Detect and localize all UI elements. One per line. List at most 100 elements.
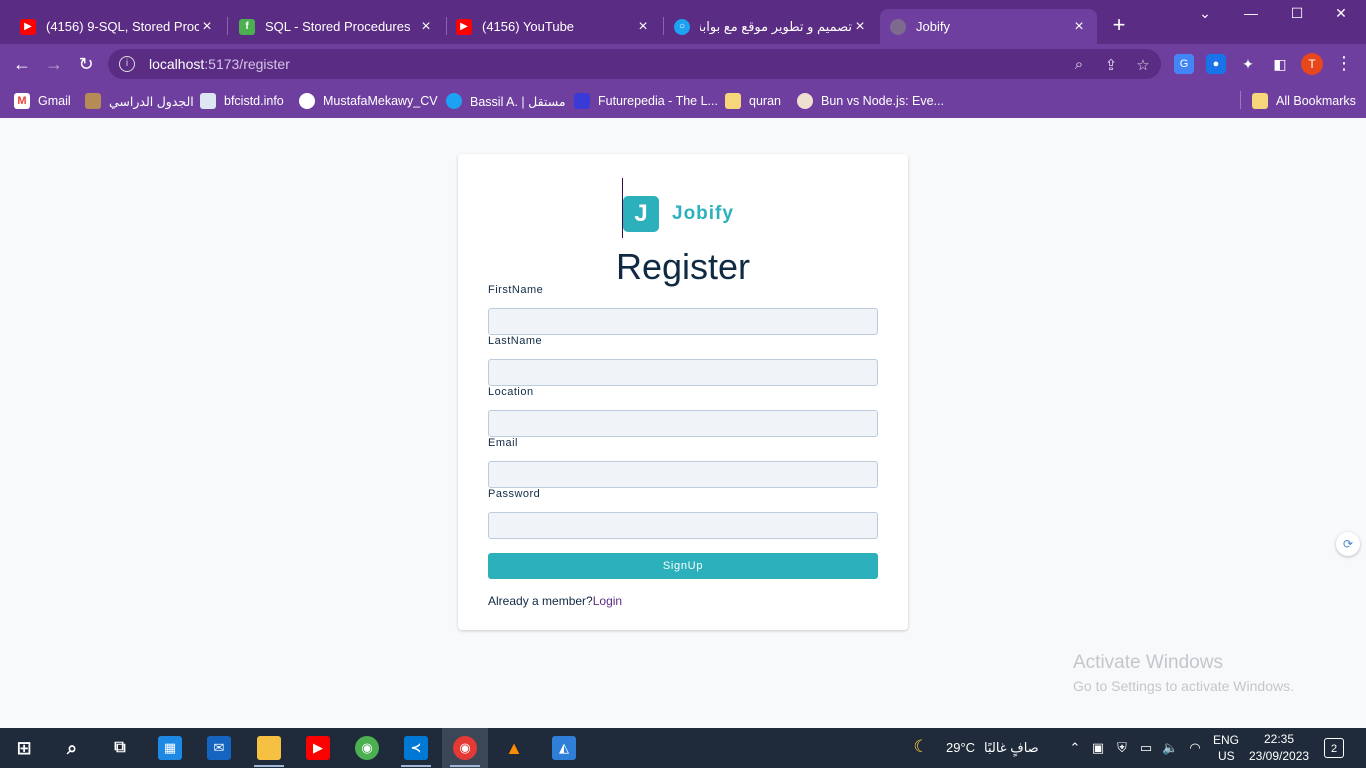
chrome-profile-icon[interactable]: ◉ — [453, 736, 477, 760]
location-label: Location — [488, 386, 534, 398]
schedule-icon — [85, 93, 101, 109]
all-bookmarks[interactable]: All Bookmarks — [1252, 92, 1356, 110]
close-icon[interactable]: × — [418, 18, 434, 36]
close-window-button[interactable]: ✕ — [1326, 5, 1356, 22]
bookmark-label: Bun vs Node.js: Eve... — [821, 94, 944, 108]
task-view-icon[interactable]: ⧉ — [108, 736, 132, 760]
youtube-icon: ▶ — [20, 18, 36, 35]
maximize-button[interactable]: ☐ — [1282, 5, 1312, 22]
bookmark-schedule[interactable]: الجدول الدراسي — [85, 92, 194, 110]
tab-title: (4156) YouTube — [482, 19, 575, 34]
weather-icon[interactable]: ☾ — [913, 737, 929, 757]
watermark-subtitle: Go to Settings to activate Windows. — [1073, 678, 1294, 694]
web-icon — [299, 93, 315, 109]
bookmark-star-icon[interactable]: ☆ — [1134, 56, 1152, 74]
battery-icon[interactable]: ▭ — [1138, 740, 1154, 756]
close-icon[interactable]: × — [635, 18, 651, 36]
microsoft-store-icon[interactable]: ▦ — [158, 736, 182, 760]
security-icon[interactable]: ⛨ — [1114, 740, 1130, 756]
address-bar[interactable]: i localhost:5173/register ⌕ ⇪ ☆ — [108, 49, 1161, 79]
futurepedia-icon — [574, 93, 590, 109]
translate-icon[interactable]: G — [1174, 54, 1194, 74]
zoom-icon[interactable]: ⌕ — [1070, 56, 1088, 74]
lastname-input[interactable] — [488, 359, 878, 386]
youtube-icon: ▶ — [456, 18, 472, 35]
region-indicator[interactable]: US — [1218, 749, 1235, 763]
green-book-icon: f — [239, 18, 255, 35]
tab-search-icon[interactable]: ⌄ — [1190, 5, 1220, 22]
tab-title: Jobify — [916, 19, 950, 34]
folder-icon — [1252, 93, 1268, 109]
profile-avatar[interactable]: T — [1301, 53, 1323, 75]
browser-tab[interactable]: ▶ (4156) 9-SQL, Stored Procedu × — [10, 9, 225, 44]
extension-drop-icon[interactable]: ● — [1206, 54, 1226, 74]
bookmark-label: Gmail — [38, 94, 71, 108]
browser-tab[interactable]: ▶ (4156) YouTube × — [446, 9, 661, 44]
bookmark-futurepedia[interactable]: Futurepedia - The L... — [574, 92, 718, 110]
menu-icon[interactable]: ⋮ — [1334, 53, 1354, 74]
floating-widget-icon[interactable]: ⟳ — [1336, 532, 1360, 556]
clock-time[interactable]: 22:35 — [1264, 732, 1294, 746]
bookmark-cv[interactable]: MustafaMekawy_CV — [299, 92, 438, 110]
search-icon[interactable]: ⌕ — [60, 736, 84, 760]
vlc-icon[interactable]: ▲ — [502, 736, 526, 760]
logo-text: Jobify — [672, 203, 734, 224]
reload-button[interactable]: ↻ — [74, 52, 98, 76]
browser-tab-active[interactable]: Jobify × — [880, 9, 1097, 44]
side-panel-icon[interactable]: ◧ — [1270, 54, 1290, 74]
close-icon[interactable]: × — [852, 18, 868, 36]
wifi-icon[interactable]: ◠ — [1187, 740, 1203, 756]
gmail-icon: M — [14, 93, 30, 109]
signup-button[interactable]: SignUp — [488, 553, 878, 579]
bookmark-bfcistd[interactable]: bfcistd.info — [200, 92, 284, 110]
mail-icon[interactable]: ✉ — [207, 736, 231, 760]
notification-center-icon[interactable]: 2 — [1324, 738, 1344, 758]
page-content: J Jobify Register FirstName LastName Loc… — [0, 118, 1366, 728]
chevron-up-icon[interactable]: ⌃ — [1067, 740, 1083, 756]
language-indicator[interactable]: ENG — [1213, 733, 1239, 747]
minimize-button[interactable]: — — [1236, 5, 1266, 21]
bookmark-mostaql[interactable]: Bassil A. | مستقل — [446, 92, 566, 110]
forward-button[interactable]: → — [42, 52, 66, 76]
login-link[interactable]: Login — [593, 594, 622, 608]
file-explorer-icon[interactable] — [257, 736, 281, 760]
back-button[interactable]: ← — [10, 52, 34, 76]
circle-blue-icon: ○ — [674, 18, 690, 35]
url-text[interactable]: localhost:5173/register — [149, 56, 290, 72]
page-title: Register — [615, 246, 751, 287]
login-prompt: Already a member?Login — [488, 594, 622, 608]
location-input[interactable] — [488, 410, 878, 437]
meet-now-icon[interactable]: ▣ — [1090, 740, 1106, 756]
register-form-card: J Jobify Register FirstName LastName Loc… — [458, 154, 908, 630]
new-tab-button[interactable]: + — [1108, 12, 1130, 38]
vscode-icon[interactable]: ≺ — [404, 736, 428, 760]
browser-tab[interactable]: ○ تصميم و تطوير موقع مع بوابة × — [664, 9, 878, 44]
bookmark-label: الجدول الدراسي — [109, 94, 194, 109]
youtube-icon[interactable]: ▶ — [306, 736, 330, 760]
close-icon[interactable]: × — [1071, 18, 1087, 36]
site-info-icon[interactable]: i — [119, 56, 135, 72]
weather-text[interactable]: صافٍ غالبًا — [984, 740, 1039, 756]
windows-start-icon[interactable]: ⊞ — [12, 736, 36, 760]
extensions-puzzle-icon[interactable]: ✦ — [1238, 54, 1258, 74]
bookmark-folder-quran[interactable]: quran — [725, 92, 781, 110]
tab-title: SQL - Stored Procedures — [265, 19, 411, 34]
jobify-logo: J Jobify — [623, 196, 734, 232]
volume-icon[interactable]: 🔈 — [1162, 740, 1178, 756]
email-input[interactable] — [488, 461, 878, 488]
bookmark-bun[interactable]: Bun vs Node.js: Eve... — [797, 92, 944, 110]
watermark-title: Activate Windows — [1073, 652, 1223, 673]
weather-temp[interactable]: 29°C — [946, 740, 975, 755]
bookmark-gmail[interactable]: M Gmail — [14, 92, 71, 110]
clock-date[interactable]: 23/09/2023 — [1249, 749, 1309, 763]
close-icon[interactable]: × — [199, 18, 215, 36]
password-input[interactable] — [488, 512, 878, 539]
share-icon[interactable]: ⇪ — [1102, 56, 1120, 74]
photos-icon[interactable]: ◭ — [552, 736, 576, 760]
chrome-icon[interactable]: ◉ — [355, 736, 379, 760]
activate-windows-watermark: Activate Windows Go to Settings to activ… — [1073, 652, 1294, 694]
firstname-input[interactable] — [488, 308, 878, 335]
browser-tab[interactable]: f SQL - Stored Procedures × — [229, 9, 444, 44]
folder-icon — [725, 93, 741, 109]
bookmark-label: All Bookmarks — [1276, 94, 1356, 108]
